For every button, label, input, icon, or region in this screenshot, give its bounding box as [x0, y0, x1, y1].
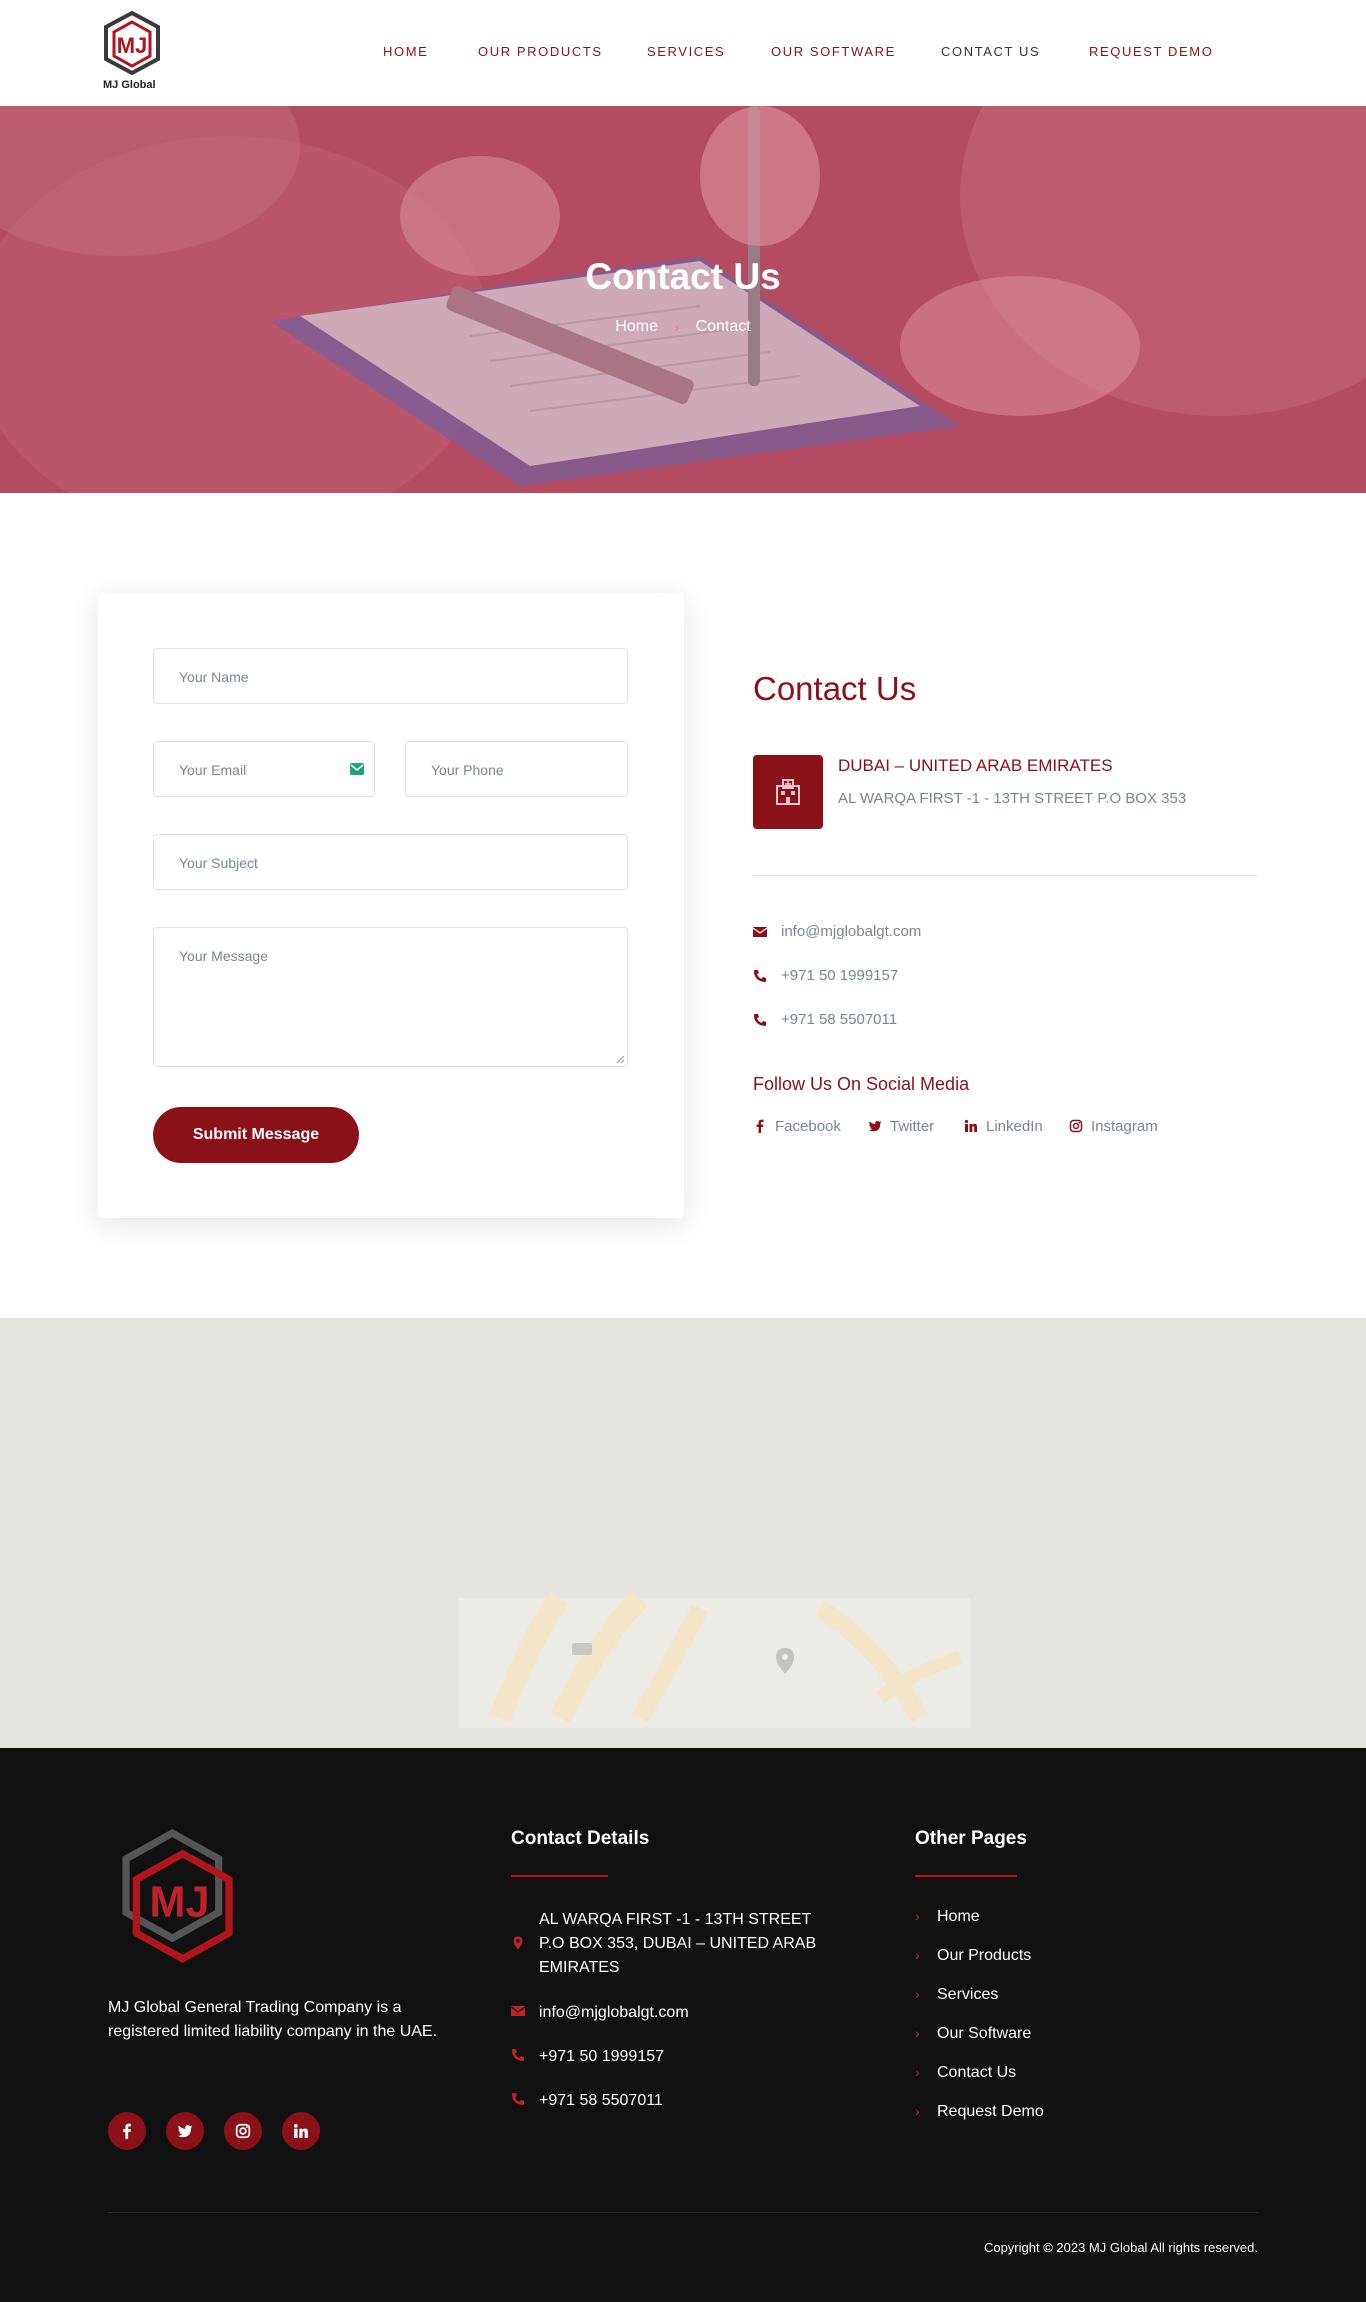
- name-field[interactable]: Your Name: [153, 648, 628, 704]
- email-field[interactable]: Your Email: [153, 741, 375, 797]
- footer-link-label[interactable]: Services: [937, 1986, 998, 2004]
- social-label-twitter: Twitter: [890, 1118, 935, 1135]
- subject-field[interactable]: Your Subject: [153, 834, 628, 890]
- svg-text:MJ: MJ: [150, 1879, 210, 1927]
- svg-text:MJ: MJ: [117, 33, 148, 58]
- footer-email-row[interactable]: info@mjglobalgt.com: [511, 2001, 841, 2025]
- heading-underline: [511, 1875, 608, 1877]
- footer-address-row: AL WARQA FIRST -1 - 13TH STREET P.O BOX …: [511, 1908, 841, 1980]
- footer-contact-heading: Contact Details: [511, 1828, 650, 1849]
- chevron-right-icon: ›: [915, 2103, 920, 2119]
- breadcrumb-home[interactable]: Home: [615, 318, 658, 336]
- page-title: Contact Us: [585, 256, 781, 297]
- phone-icon: [754, 970, 766, 982]
- contact-form-card: Your Name Your Email Your Phone Your Sub…: [98, 593, 684, 1218]
- social-link-twitter[interactable]: Twitter: [868, 1118, 934, 1135]
- twitter-icon: [177, 2125, 193, 2138]
- footer-pages-heading: Other Pages: [915, 1828, 1027, 1849]
- email-placeholder: Your Email: [179, 762, 247, 778]
- mj-logo-icon[interactable]: MJ: [115, 1828, 240, 1968]
- name-placeholder: Your Name: [179, 669, 249, 685]
- footer-social-linkedin[interactable]: [282, 2112, 320, 2150]
- footer-email[interactable]: info@mjglobalgt.com: [539, 2001, 689, 2025]
- instagram-icon: [1069, 1119, 1083, 1133]
- contact-phone-1[interactable]: +971 50 1999157: [781, 967, 898, 984]
- social-label-linkedin: LinkedIn: [986, 1118, 1043, 1135]
- phone-icon: [754, 1014, 766, 1026]
- chevron-right-icon: ›: [915, 2064, 920, 2080]
- linkedin-icon: [294, 2124, 308, 2138]
- map-pin-icon: [513, 1936, 523, 1950]
- twitter-icon: [868, 1121, 882, 1132]
- social-link-linkedin[interactable]: LinkedIn: [964, 1118, 1043, 1135]
- map-tile: [458, 1590, 970, 1728]
- phone-icon: [512, 2049, 524, 2061]
- footer-phone-1[interactable]: +971 50 1999157: [539, 2045, 664, 2069]
- social-label-instagram: Instagram: [1091, 1118, 1158, 1135]
- contact-email[interactable]: info@mjglobalgt.com: [781, 923, 921, 940]
- site-header: MJ MJ Global HOME OUR PRODUCTS SERVICES …: [0, 0, 1366, 106]
- chevron-right-icon: ›: [915, 1947, 920, 1963]
- envelope-icon: [350, 763, 364, 775]
- envelope-icon: [753, 927, 767, 937]
- instagram-icon: [235, 2123, 251, 2139]
- location-box: [753, 755, 823, 829]
- footer-link-label[interactable]: Home: [937, 1908, 980, 1926]
- linkedin-icon: [964, 1119, 977, 1132]
- facebook-icon: [756, 1119, 764, 1133]
- nav-our-software[interactable]: OUR SOFTWARE: [771, 44, 896, 59]
- nav-contact-us[interactable]: CONTACT US: [941, 44, 1040, 59]
- footer-phone-row-2[interactable]: +971 58 5507011: [511, 2089, 841, 2113]
- nav-our-products[interactable]: OUR PRODUCTS: [478, 44, 603, 59]
- social-link-instagram[interactable]: Instagram: [1069, 1118, 1158, 1135]
- hero-background-image: [0, 106, 1366, 493]
- location-heading: DUBAI – UNITED ARAB EMIRATES: [838, 756, 1113, 775]
- chevron-right-icon: ›: [674, 319, 680, 335]
- resize-handle-icon[interactable]: [615, 1054, 625, 1064]
- logo-text: MJ Global: [103, 79, 156, 91]
- social-label-facebook: Facebook: [775, 1118, 841, 1135]
- footer-social-twitter[interactable]: [166, 2112, 204, 2150]
- footer-link-label[interactable]: Contact Us: [937, 2064, 1016, 2082]
- social-link-facebook[interactable]: Facebook: [753, 1118, 841, 1135]
- phone-field[interactable]: Your Phone: [405, 741, 628, 797]
- contact-phone-2[interactable]: +971 58 5507011: [781, 1011, 897, 1028]
- footer-divider: [108, 2212, 1258, 2213]
- envelope-icon: [511, 2006, 525, 2016]
- breadcrumb: Home › Contact: [0, 318, 1366, 336]
- footer-address: AL WARQA FIRST -1 - 13TH STREET P.O BOX …: [539, 1911, 817, 1976]
- submit-message-button[interactable]: Submit Message: [153, 1107, 359, 1163]
- footer-social-instagram[interactable]: [224, 2112, 262, 2150]
- building-icon: [776, 779, 800, 805]
- phone-icon: [512, 2093, 524, 2105]
- footer-social-facebook[interactable]: [108, 2112, 146, 2150]
- footer-phone-2[interactable]: +971 58 5507011: [539, 2089, 663, 2113]
- footer-link-label[interactable]: Our Products: [937, 1947, 1031, 1965]
- page-hero: Contact Us Home › Contact: [0, 106, 1366, 493]
- phone-placeholder: Your Phone: [431, 762, 504, 778]
- divider: [753, 875, 1257, 876]
- breadcrumb-current: Contact: [695, 318, 751, 335]
- subject-placeholder: Your Subject: [179, 855, 258, 871]
- chevron-right-icon: ›: [915, 2025, 920, 2041]
- footer-description: MJ Global General Trading Company is a r…: [108, 1999, 438, 2040]
- site-footer: MJ MJ Global General Trading Company is …: [0, 1748, 1366, 2302]
- message-textarea[interactable]: Your Message: [153, 927, 628, 1067]
- follow-heading: Follow Us On Social Media: [753, 1074, 970, 1094]
- chevron-right-icon: ›: [915, 1908, 920, 1924]
- nav-request-demo[interactable]: REQUEST DEMO: [1089, 44, 1213, 59]
- chevron-right-icon: ›: [915, 1986, 920, 2002]
- nav-services[interactable]: SERVICES: [647, 44, 725, 59]
- message-placeholder: Your Message: [179, 948, 268, 964]
- contact-info-title: Contact Us: [753, 670, 917, 707]
- footer-link-label[interactable]: Our Software: [937, 2025, 1031, 2043]
- location-address: AL WARQA FIRST -1 - 13TH STREET P.O BOX …: [838, 790, 1187, 807]
- footer-link-label[interactable]: Request Demo: [937, 2103, 1044, 2121]
- heading-underline: [915, 1875, 1017, 1877]
- nav-home[interactable]: HOME: [383, 44, 428, 59]
- location-map[interactable]: [0, 1318, 1366, 1748]
- copyright-text: Copyright © 2023 MJ Global All rights re…: [983, 2240, 1258, 2255]
- facebook-icon: [123, 2123, 131, 2139]
- footer-phone-row-1[interactable]: +971 50 1999157: [511, 2045, 841, 2069]
